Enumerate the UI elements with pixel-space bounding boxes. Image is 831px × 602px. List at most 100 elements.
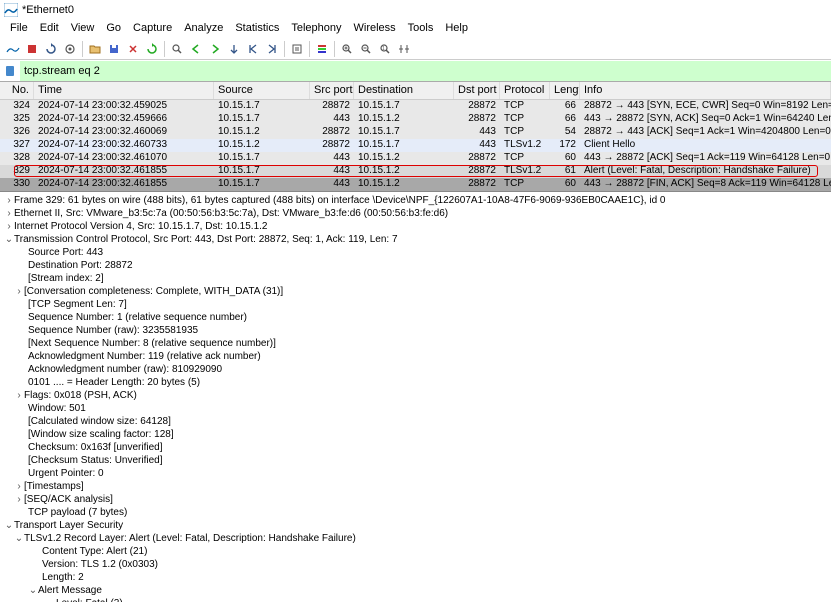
col-header-time[interactable]: Time — [34, 82, 214, 99]
expand-icon[interactable]: › — [14, 493, 24, 506]
zoom-in-icon[interactable] — [338, 40, 356, 58]
expand-icon[interactable]: › — [14, 285, 24, 298]
menu-telephony[interactable]: Telephony — [285, 20, 347, 38]
start-capture-icon[interactable] — [4, 40, 22, 58]
packet-details-pane[interactable]: ›Frame 329: 61 bytes on wire (488 bits),… — [0, 192, 831, 602]
ethernet-summary[interactable]: ›Ethernet II, Src: VMware_b3:5c:7a (00:5… — [0, 207, 831, 220]
tcp-winscale[interactable]: [Window size scaling factor: 128] — [0, 428, 831, 441]
tcp-summary[interactable]: ⌄Transmission Control Protocol, Src Port… — [0, 233, 831, 246]
col-header-len[interactable]: Length — [550, 82, 580, 99]
col-header-info[interactable]: Info — [580, 82, 831, 99]
menu-analyze[interactable]: Analyze — [178, 20, 229, 38]
tcp-urgent[interactable]: Urgent Pointer: 0 — [0, 467, 831, 480]
tcp-cksum[interactable]: Checksum: 0x163f [unverified] — [0, 441, 831, 454]
tcp-ackrel[interactable]: Acknowledgment Number: 119 (relative ack… — [0, 350, 831, 363]
menu-edit[interactable]: Edit — [34, 20, 65, 38]
packet-row[interactable]: 3282024-07-14 23:00:32.46107010.15.1.744… — [0, 152, 831, 165]
close-file-icon[interactable] — [124, 40, 142, 58]
filter-bar — [0, 60, 831, 82]
tls-record[interactable]: ⌄TLSv1.2 Record Layer: Alert (Level: Fat… — [0, 532, 831, 545]
expand-icon[interactable]: › — [14, 389, 24, 402]
collapse-icon[interactable]: ⌄ — [4, 519, 14, 532]
col-header-dst[interactable]: Destination — [354, 82, 454, 99]
col-header-src[interactable]: Source — [214, 82, 310, 99]
go-first-icon[interactable] — [244, 40, 262, 58]
expand-icon[interactable]: › — [14, 480, 24, 493]
tcp-payload[interactable]: TCP payload (7 bytes) — [0, 506, 831, 519]
col-header-proto[interactable]: Protocol — [500, 82, 550, 99]
expand-icon[interactable]: › — [4, 194, 14, 207]
go-back-icon[interactable] — [187, 40, 205, 58]
expand-icon[interactable]: › — [4, 220, 14, 233]
tls-ctype[interactable]: Content Type: Alert (21) — [0, 545, 831, 558]
menu-wireless[interactable]: Wireless — [348, 20, 402, 38]
packet-list-header: No. Time Source Src port Destination Dst… — [0, 82, 831, 100]
collapse-icon[interactable]: ⌄ — [4, 233, 14, 246]
tcp-timestamps[interactable]: ›[Timestamps] — [0, 480, 831, 493]
packet-row[interactable]: 3292024-07-14 23:00:32.46185510.15.1.744… — [0, 165, 831, 178]
tcp-dstport[interactable]: Destination Port: 28872 — [0, 259, 831, 272]
open-file-icon[interactable] — [86, 40, 104, 58]
tcp-srcport[interactable]: Source Port: 443 — [0, 246, 831, 259]
menu-help[interactable]: Help — [439, 20, 474, 38]
go-to-packet-icon[interactable] — [225, 40, 243, 58]
col-header-dstport[interactable]: Dst port — [454, 82, 500, 99]
window-title: *Ethernet0 — [22, 4, 74, 16]
auto-scroll-icon[interactable] — [288, 40, 306, 58]
collapse-icon[interactable]: ⌄ — [28, 584, 38, 597]
menu-tools[interactable]: Tools — [402, 20, 440, 38]
options-icon[interactable] — [61, 40, 79, 58]
display-filter-input[interactable] — [20, 61, 831, 81]
tls-summary[interactable]: ⌄Transport Layer Security — [0, 519, 831, 532]
ip-summary[interactable]: ›Internet Protocol Version 4, Src: 10.15… — [0, 220, 831, 233]
tls-len[interactable]: Length: 2 — [0, 571, 831, 584]
tcp-flags[interactable]: ›Flags: 0x018 (PSH, ACK) — [0, 389, 831, 402]
tcp-seqraw[interactable]: Sequence Number (raw): 3235581935 — [0, 324, 831, 337]
tls-alert[interactable]: ⌄Alert Message — [0, 584, 831, 597]
zoom-reset-icon[interactable]: 1 — [376, 40, 394, 58]
packet-row[interactable]: 3252024-07-14 23:00:32.45966610.15.1.744… — [0, 113, 831, 126]
tcp-hdrlen[interactable]: 0101 .... = Header Length: 20 bytes (5) — [0, 376, 831, 389]
collapse-icon[interactable]: ⌄ — [14, 532, 24, 545]
tls-ver[interactable]: Version: TLS 1.2 (0x0303) — [0, 558, 831, 571]
go-forward-icon[interactable] — [206, 40, 224, 58]
save-file-icon[interactable] — [105, 40, 123, 58]
tcp-ckstat[interactable]: [Checksum Status: Unverified] — [0, 454, 831, 467]
menu-go[interactable]: Go — [100, 20, 127, 38]
packet-row[interactable]: 3272024-07-14 23:00:32.46073310.15.1.228… — [0, 139, 831, 152]
resize-columns-icon[interactable] — [395, 40, 413, 58]
tcp-seqrel[interactable]: Sequence Number: 1 (relative sequence nu… — [0, 311, 831, 324]
menu-view[interactable]: View — [65, 20, 101, 38]
menu-file[interactable]: File — [4, 20, 34, 38]
col-header-srcport[interactable]: Src port — [310, 82, 354, 99]
wireshark-icon — [4, 3, 18, 17]
tcp-stream[interactable]: [Stream index: 2] — [0, 272, 831, 285]
stop-capture-icon[interactable] — [23, 40, 41, 58]
toolbar: 1 — [0, 38, 831, 60]
find-icon[interactable] — [168, 40, 186, 58]
col-header-no[interactable]: No. — [0, 82, 34, 99]
tcp-conv[interactable]: ›[Conversation completeness: Complete, W… — [0, 285, 831, 298]
zoom-out-icon[interactable] — [357, 40, 375, 58]
packet-row[interactable]: 3242024-07-14 23:00:32.45902510.15.1.728… — [0, 100, 831, 113]
packet-row[interactable]: 3262024-07-14 23:00:32.46006910.15.1.228… — [0, 126, 831, 139]
packet-row[interactable]: 3302024-07-14 23:00:32.46185510.15.1.744… — [0, 178, 831, 191]
tcp-seglen[interactable]: [TCP Segment Len: 7] — [0, 298, 831, 311]
tcp-calcwin[interactable]: [Calculated window size: 64128] — [0, 415, 831, 428]
title-bar: *Ethernet0 — [0, 0, 831, 20]
frame-summary[interactable]: ›Frame 329: 61 bytes on wire (488 bits),… — [0, 194, 831, 207]
filter-bookmark-icon[interactable] — [0, 64, 20, 78]
tcp-seqack[interactable]: ›[SEQ/ACK analysis] — [0, 493, 831, 506]
tcp-win[interactable]: Window: 501 — [0, 402, 831, 415]
menu-capture[interactable]: Capture — [127, 20, 178, 38]
packet-list-pane: No. Time Source Src port Destination Dst… — [0, 82, 831, 192]
go-last-icon[interactable] — [263, 40, 281, 58]
tls-level[interactable]: Level: Fatal (2) — [0, 597, 831, 602]
reload-icon[interactable] — [143, 40, 161, 58]
tcp-ackraw[interactable]: Acknowledgment number (raw): 810929090 — [0, 363, 831, 376]
expand-icon[interactable]: › — [4, 207, 14, 220]
menu-statistics[interactable]: Statistics — [229, 20, 285, 38]
restart-capture-icon[interactable] — [42, 40, 60, 58]
colorize-icon[interactable] — [313, 40, 331, 58]
tcp-nextseq[interactable]: [Next Sequence Number: 8 (relative seque… — [0, 337, 831, 350]
